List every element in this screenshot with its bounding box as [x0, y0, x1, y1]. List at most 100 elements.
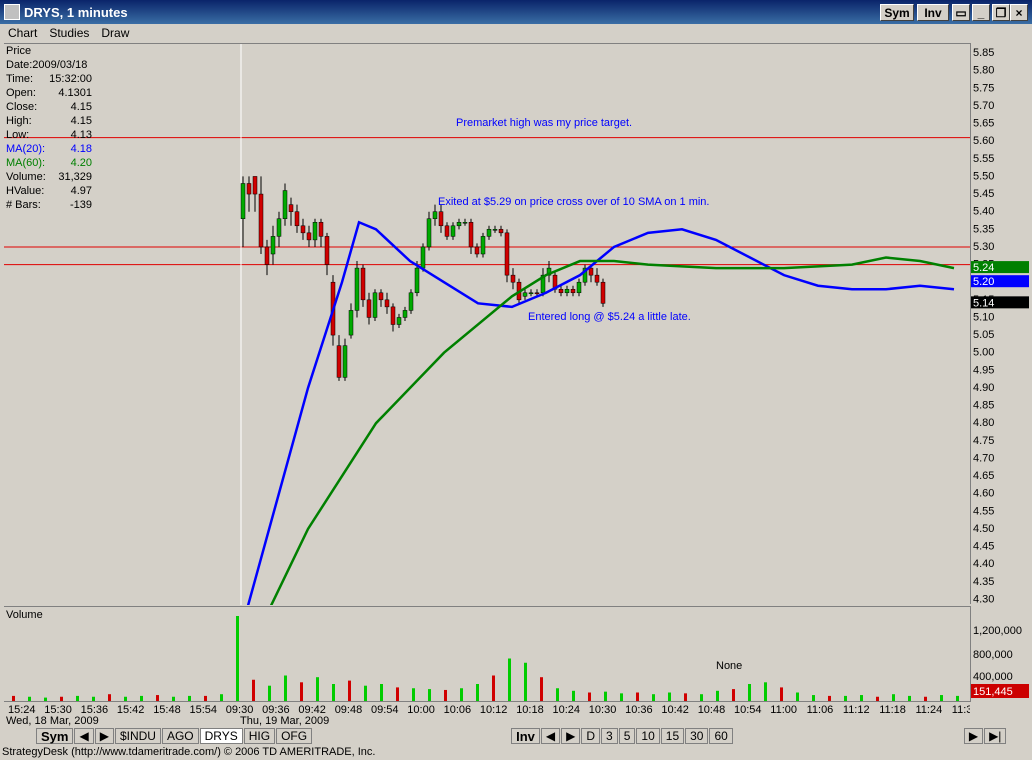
volume-bar: [332, 684, 335, 701]
time-axis[interactable]: 15:24 15:30 15:36 15:42 15:48 15:54 09:30 09:36…: [4, 702, 979, 727]
inv-button[interactable]: Inv: [917, 4, 949, 21]
volume-bar: [668, 692, 671, 701]
tab-sym-button[interactable]: Sym: [36, 728, 74, 744]
menu-studies[interactable]: Studies: [49, 26, 89, 40]
period-d[interactable]: D: [581, 728, 601, 744]
time-tick-label: 09:54: [371, 704, 399, 716]
volume-bar: [684, 693, 687, 701]
volume-bar: [524, 662, 527, 701]
volume-bar: [812, 695, 815, 701]
period-scroll-right-icon[interactable]: ▶: [561, 728, 581, 744]
info-key: MA(20):: [6, 143, 46, 155]
volume-bar: [780, 687, 783, 701]
volume-bar: [604, 691, 607, 701]
volume-axis: 1,200,000 800,000 400,000 151,445: [970, 606, 1029, 702]
info-value: 4.20: [70, 157, 92, 169]
price-tick-label: 4.85: [973, 400, 994, 412]
tab-drys[interactable]: DRYS: [199, 728, 243, 744]
time-tick-label: 11:24: [916, 704, 943, 716]
tab-hig[interactable]: HIG: [243, 728, 276, 744]
price-tick-label: 5.70: [973, 100, 994, 112]
menu-chart[interactable]: Chart: [8, 26, 37, 40]
candle-body: [564, 288, 570, 294]
info-value: 4.15: [70, 115, 92, 127]
scroll-end-icon[interactable]: ▶|: [984, 728, 1007, 744]
menu-bar: Chart Studies Draw: [0, 24, 1032, 42]
volume-bar: [652, 694, 655, 701]
volume-bar: [156, 695, 159, 701]
volume-none-text: None: [716, 660, 743, 672]
volume-bar: [76, 695, 79, 701]
period-scroll-left-icon[interactable]: ◀: [540, 728, 561, 744]
price-tick-label: 4.55: [973, 505, 994, 517]
candle-body: [360, 267, 366, 301]
period-10[interactable]: 10: [636, 728, 660, 744]
tab-inv-button[interactable]: Inv: [511, 728, 540, 744]
info-key: # Bars:: [6, 199, 41, 211]
info-heading: Price: [6, 45, 32, 57]
info-value: -139: [69, 199, 92, 211]
price-axis[interactable]: 5.85 5.80 5.75 5.70 5.65 5.60 5.55 5.50 5.45 5.40…: [970, 43, 1029, 605]
volume-bar: [284, 675, 287, 701]
minimize-icon[interactable]: _: [972, 4, 990, 21]
volume-bar: [796, 692, 799, 701]
time-tick-label: 10:36: [625, 704, 653, 716]
period-60[interactable]: 60: [709, 728, 733, 744]
period-3[interactable]: 3: [601, 728, 618, 744]
candle-body: [348, 310, 354, 336]
restore-icon[interactable]: ❐: [992, 4, 1010, 21]
volume-bar: [204, 695, 207, 701]
tab-indu[interactable]: $INDU: [114, 728, 161, 744]
candle-body: [510, 274, 516, 283]
volume-bar: [380, 684, 383, 701]
info-row: Low: 4.13: [6, 128, 106, 142]
time-tick-label: 10:18: [516, 704, 544, 716]
volume-bar: [940, 695, 943, 701]
price-tick-label: 5.55: [973, 153, 994, 165]
volume-bar: [396, 687, 399, 701]
candle-body: [534, 292, 540, 295]
candle-body: [498, 229, 504, 234]
candle-body: [408, 292, 414, 311]
ma60-line: [238, 256, 955, 671]
candle-body: [378, 292, 384, 301]
price-chart[interactable]: Price Date:2009/03/18 Time: 15:32:00 Open:…: [4, 43, 970, 671]
candle-body: [402, 310, 408, 318]
volume-label: Volume: [6, 609, 43, 621]
price-badge-label: 5.24: [973, 262, 994, 274]
time-tick-label: 11:00: [770, 704, 797, 716]
volume-bar: [140, 695, 143, 701]
period-15[interactable]: 15: [660, 728, 685, 744]
info-row: MA(60): 4.20: [6, 156, 106, 170]
close-icon[interactable]: ×: [1010, 4, 1028, 21]
candle-body: [600, 281, 606, 304]
price-tick-label: 4.80: [973, 417, 994, 429]
annotation-exited: Exited at $5.29 on price cross over of 1…: [438, 196, 710, 208]
period-30[interactable]: 30: [685, 728, 709, 744]
tab-scroll-right-icon[interactable]: ▶: [94, 728, 114, 744]
tab-ago[interactable]: AGO: [161, 728, 199, 744]
time-tick-label: 11:12: [843, 704, 870, 716]
chart-options-icon[interactable]: ▭: [952, 4, 970, 21]
volume-bar: [732, 689, 735, 701]
sym-button[interactable]: Sym: [880, 4, 914, 21]
candle-body: [246, 183, 252, 195]
candle-body: [240, 183, 246, 219]
period-5[interactable]: 5: [618, 728, 636, 744]
menu-draw[interactable]: Draw: [101, 26, 129, 40]
volume-bar: [28, 696, 31, 701]
candle-body: [258, 193, 264, 248]
tab-scroll-left-icon[interactable]: ◀: [74, 728, 94, 744]
price-tick-label: 4.75: [973, 435, 994, 447]
price-tick-label: 4.60: [973, 488, 994, 500]
scroll-right-icon[interactable]: ▶: [963, 728, 984, 744]
volume-panel[interactable]: Volume None: [4, 606, 975, 702]
candle-body: [294, 211, 300, 227]
price-tick-label: 4.90: [973, 382, 994, 394]
candle-body: [336, 345, 342, 378]
candle-body: [528, 292, 534, 295]
volume-bar: [908, 695, 911, 701]
candle-body: [366, 299, 372, 318]
tab-ofg[interactable]: OFG: [276, 728, 313, 744]
time-tick-label: 11:18: [879, 704, 906, 716]
